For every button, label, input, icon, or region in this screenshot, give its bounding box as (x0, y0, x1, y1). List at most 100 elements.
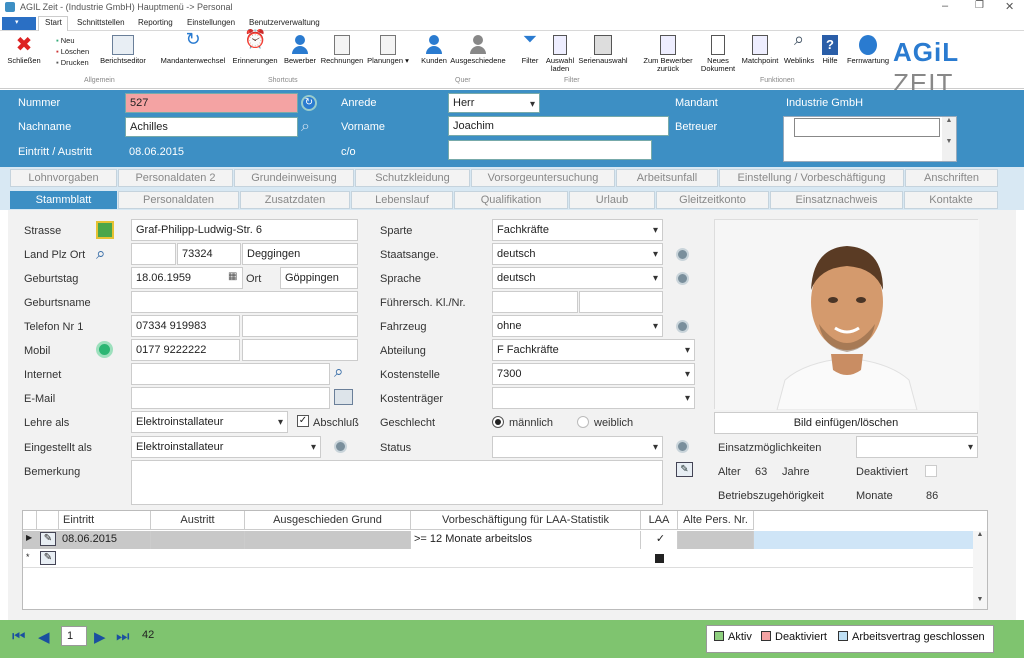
new-document-button[interactable]: Neues Dokument (698, 35, 738, 73)
delete-button[interactable]: ▪ Löschen (56, 46, 89, 57)
anrede-select[interactable]: Herr (448, 93, 540, 113)
close-button[interactable]: ✖ Schließen (6, 35, 42, 65)
close-window-icon[interactable]: ✕ (1005, 0, 1014, 13)
tab-personaldaten[interactable]: Personaldaten (118, 191, 239, 209)
edit-row-icon[interactable]: ✎ (40, 532, 56, 546)
column-header-eintritt[interactable]: Eintritt (59, 511, 151, 530)
tab-urlaub[interactable]: Urlaub (569, 191, 655, 209)
edit-note-icon[interactable]: ✎ (676, 462, 693, 477)
fahrzeug-select[interactable]: ohne (492, 315, 663, 337)
table-row[interactable]: ▶ ✎ 08.06.2015 >= 12 Monate arbeitslos ✓ (23, 531, 973, 549)
open-web-icon[interactable]: ⌕ (334, 362, 344, 382)
lehre-select[interactable]: Elektroinstallateur (131, 411, 288, 433)
tab-einsatznachweis[interactable]: Einsatznachweis (770, 191, 903, 209)
column-header-alte-pers-nr[interactable]: Alte Pers. Nr. (678, 511, 754, 530)
abschluss-checkbox[interactable]: ✓ (297, 415, 309, 427)
photo-upload-button[interactable]: Bild einfügen/löschen (714, 412, 978, 434)
tab-lohnvorgaben[interactable]: Lohnvorgaben (10, 169, 117, 187)
tab-zusatzdaten[interactable]: Zusatzdaten (240, 191, 350, 209)
retired-button[interactable]: Ausgeschiedene (450, 35, 506, 65)
report-editor-button[interactable]: Berichtseditor (98, 35, 148, 65)
sparte-select[interactable]: Fachkräfte (492, 219, 663, 241)
nummer-field[interactable]: 527 (125, 93, 298, 113)
send-mail-icon[interactable] (334, 389, 353, 405)
abteilung-select[interactable]: F Fachkräfte (492, 339, 695, 361)
back-to-applicant-button[interactable]: Zum Bewerber zurück (638, 35, 698, 73)
ort-field[interactable]: Deggingen (242, 243, 358, 265)
new-button[interactable]: ▪ Neu (56, 35, 89, 46)
calendar-icon[interactable]: ▦ (228, 271, 237, 282)
tab-qualifikation[interactable]: Qualifikation (454, 191, 568, 209)
tab-vorsorgeuntersuchung[interactable]: Vorsorgeuntersuchung (471, 169, 615, 187)
maximize-icon[interactable]: ❐ (975, 0, 984, 11)
gear-icon[interactable] (676, 248, 689, 261)
app-menu-button[interactable]: ▾ (2, 17, 36, 30)
menu-benutzerverwaltung[interactable]: Benutzerverwaltung (249, 18, 320, 27)
new-row[interactable]: * ✎ (23, 550, 973, 568)
internet-field[interactable] (131, 363, 330, 385)
telefon-extra-field[interactable] (242, 315, 358, 337)
co-field[interactable] (448, 140, 652, 160)
mandant-switch-button[interactable]: ↻ Mandantenwechsel (160, 30, 226, 65)
tab-stammblatt[interactable]: Stammblatt (10, 191, 117, 209)
next-record-icon[interactable]: ▶ (94, 628, 106, 646)
search-address-icon[interactable]: ⌕ (96, 244, 106, 264)
previous-record-icon[interactable]: ◀ (38, 628, 50, 646)
minimize-icon[interactable]: – (942, 0, 948, 12)
serial-selection-button[interactable]: Serienauswahl (578, 35, 628, 65)
remote-maintenance-button[interactable]: Fernwartung (846, 35, 890, 65)
menu-schnittstellen[interactable]: Schnittstellen (77, 18, 125, 27)
column-header-austritt[interactable]: Austritt (151, 511, 245, 530)
geburtsname-field[interactable] (131, 291, 358, 313)
sprache-select[interactable]: deutsch (492, 267, 663, 289)
fuehrerschein-klasse-field[interactable] (492, 291, 578, 313)
tab-kontakte[interactable]: Kontakte (904, 191, 998, 209)
kostenstelle-select[interactable]: 7300 (492, 363, 695, 385)
tab-gleitzeitkonto[interactable]: Gleitzeitkonto (656, 191, 769, 209)
tab-anschriften[interactable]: Anschriften (905, 169, 998, 187)
page-input[interactable]: 1 (61, 626, 87, 646)
vorname-field[interactable]: Joachim (448, 116, 669, 136)
strasse-field[interactable]: Graf-Philipp-Ludwig-Str. 6 (131, 219, 358, 241)
land-field[interactable] (131, 243, 176, 265)
print-button[interactable]: ▪ Drucken (56, 57, 89, 68)
plz-field[interactable]: 73324 (177, 243, 241, 265)
status-select[interactable] (492, 436, 663, 458)
matchpoint-button[interactable]: Matchpoint (740, 35, 780, 65)
invoices-button[interactable]: Rechnungen (320, 35, 364, 65)
gear-icon[interactable] (676, 440, 689, 453)
sync-icon[interactable]: ↻ (301, 95, 317, 111)
applicant-button[interactable]: Bewerber (282, 35, 318, 65)
column-header-laa[interactable]: LAA (641, 511, 678, 530)
email-field[interactable] (131, 387, 330, 409)
tab-grundeinweisung[interactable]: Grundeinweisung (234, 169, 354, 187)
bemerkung-field[interactable] (131, 460, 663, 505)
deaktiviert-checkbox[interactable] (925, 465, 937, 477)
menu-start[interactable]: Start (45, 18, 62, 27)
kostentraeger-select[interactable] (492, 387, 695, 409)
menu-einstellungen[interactable]: Einstellungen (187, 18, 235, 27)
mobil-field[interactable]: 0177 9222222 (131, 339, 240, 361)
menu-reporting[interactable]: Reporting (138, 18, 173, 27)
last-record-icon[interactable]: ⏭ (116, 628, 130, 645)
tab-einstellung-vorbeschaeftigung[interactable]: Einstellung / Vorbeschäftigung (719, 169, 904, 187)
table-scrollbar[interactable]: ▲ ▼ (973, 531, 987, 609)
tab-schutzkleidung[interactable]: Schutzkleidung (355, 169, 470, 187)
phone-call-icon[interactable] (96, 341, 113, 358)
tab-personaldaten-2[interactable]: Personaldaten 2 (118, 169, 233, 187)
reminders-button[interactable]: ⏰ Erinnerungen (230, 30, 280, 65)
plans-button[interactable]: Planungen ▾ (366, 35, 410, 65)
column-header-vorbeschaeftigung[interactable]: Vorbeschäftigung für LAA-Statistik (411, 511, 641, 530)
help-button[interactable]: ? Hilfe (818, 35, 842, 65)
fuehrerschein-nr-field[interactable] (579, 291, 663, 313)
laa-checkbox[interactable]: ✓ (641, 531, 678, 549)
laa-new-checkbox[interactable] (655, 554, 664, 563)
mobil-extra-field[interactable] (242, 339, 358, 361)
radio-weiblich[interactable] (577, 416, 589, 428)
geburtsort-field[interactable]: Göppingen (280, 267, 358, 289)
radio-maennlich[interactable] (492, 416, 504, 428)
telefon-field[interactable]: 07334 919983 (131, 315, 240, 337)
tab-arbeitsunfall[interactable]: Arbeitsunfall (616, 169, 718, 187)
first-record-icon[interactable]: ⏮ (12, 628, 26, 645)
column-header-ausgeschieden-grund[interactable]: Ausgeschieden Grund (245, 511, 411, 530)
